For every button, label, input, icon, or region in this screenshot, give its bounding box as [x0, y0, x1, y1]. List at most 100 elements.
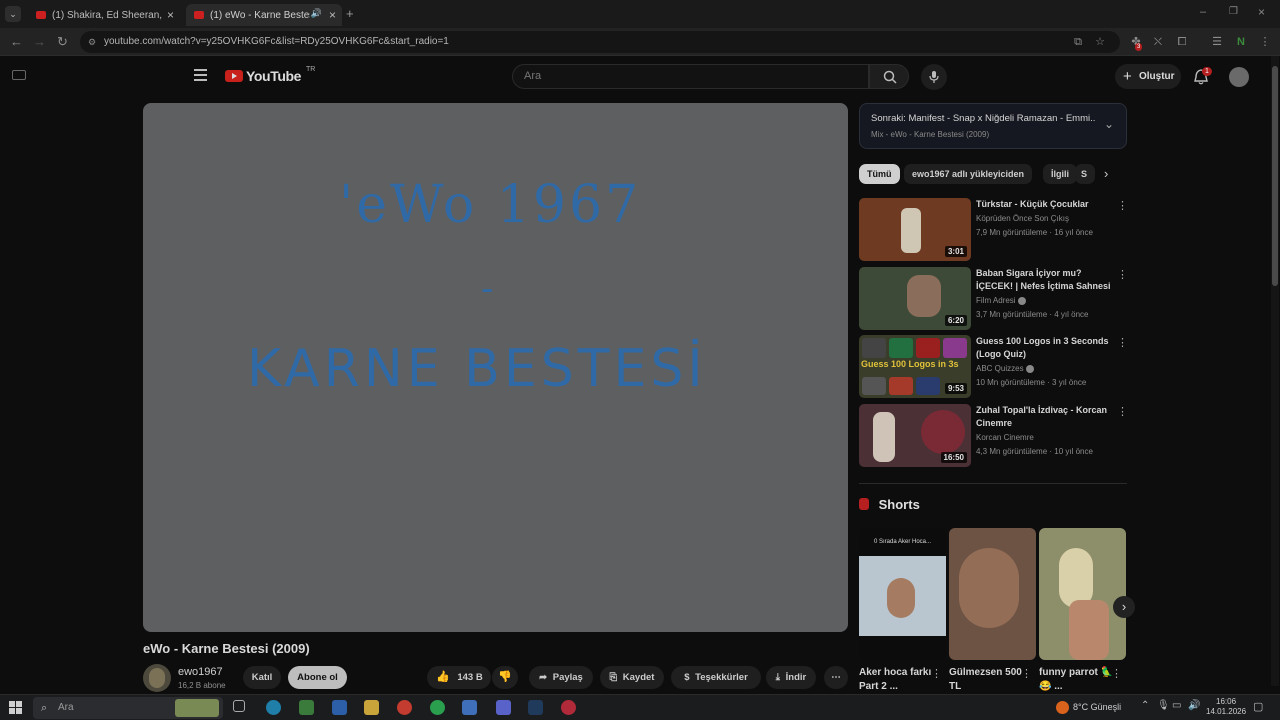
short-title[interactable]: funny parrot 🦜😂 ...	[1039, 666, 1114, 694]
shorts-next-button[interactable]: ›	[1113, 596, 1135, 618]
volume-icon[interactable]: 🔊	[1188, 700, 1200, 711]
weather-text[interactable]: 8°C Güneşli	[1073, 702, 1121, 712]
save-button[interactable]: ⎘ Kaydet	[600, 666, 664, 689]
short-title[interactable]: Gülmezsen 500 TL	[949, 666, 1024, 694]
app-icon[interactable]	[462, 700, 477, 715]
reading-list-icon[interactable]: ☰	[1211, 36, 1223, 48]
close-window-icon[interactable]: ×	[1258, 5, 1265, 19]
security-icon[interactable]	[332, 700, 347, 715]
video-player[interactable]: 'eWo 1967 - KARNE BESTESİ	[143, 103, 848, 632]
install-app-icon[interactable]: ⧉	[1072, 36, 1084, 48]
video-thumbnail[interactable]: 6:20	[859, 267, 971, 330]
search-input[interactable]: Ara	[512, 64, 869, 89]
video-thumbnail[interactable]: Guess 100 Logos in 3s 9:53	[859, 335, 971, 398]
more-options-icon[interactable]: ⋮	[1111, 667, 1122, 680]
channel-name: Korcan Cinemre	[976, 433, 1034, 442]
video-thumbnail[interactable]: 3:01	[859, 198, 971, 261]
edge-icon[interactable]	[266, 700, 281, 715]
close-tab-icon[interactable]: ×	[329, 8, 336, 22]
thumbs-up-icon: 👍	[436, 671, 450, 683]
short-title[interactable]: Aker hoca farkı Part 2 ...	[859, 666, 934, 694]
download-button[interactable]: ⤓ İndir	[766, 666, 816, 689]
account-avatar[interactable]	[1229, 67, 1249, 87]
tray-chevron-icon[interactable]: ⌃	[1141, 700, 1149, 711]
opera-gx-icon[interactable]	[561, 700, 576, 715]
guide-menu-icon[interactable]	[194, 69, 207, 81]
translate-icon[interactable]: ⛌	[1152, 36, 1164, 48]
back-icon[interactable]: ←	[10, 34, 23, 49]
browser-tab-shakira[interactable]: (1) Shakira, Ed Sheeran, Bealle - ×	[28, 4, 180, 26]
bookmark-star-icon[interactable]: ☆	[1094, 36, 1106, 48]
join-button[interactable]: Katıl	[243, 666, 281, 689]
search-button[interactable]	[869, 64, 909, 89]
file-explorer-icon[interactable]	[364, 700, 379, 715]
more-options-icon[interactable]: ⋮	[1117, 268, 1128, 281]
chip-all[interactable]: Tümü	[859, 164, 900, 184]
like-count: 143 B	[457, 672, 483, 683]
list-item[interactable]: 3:01 Türkstar - Küçük Çocuklar Köprüden …	[859, 198, 1129, 262]
taskbar-clock[interactable]: 16:06 14.01.2026	[1206, 697, 1246, 717]
network-icon[interactable]: ▭	[1172, 700, 1181, 711]
menu-icon[interactable]: ⋮	[1259, 36, 1271, 48]
share-button[interactable]: ➦ Paylaş	[529, 666, 593, 689]
list-item[interactable]: 6:20 Baban Sigara İçiyor mu? İÇECEK! | N…	[859, 267, 1129, 331]
subscribe-button[interactable]: Abone ol	[288, 666, 347, 689]
profile-icon[interactable]: N	[1235, 36, 1247, 48]
voice-search-button[interactable]	[921, 64, 947, 90]
youtube-logo[interactable]: YouTube TR	[225, 66, 316, 84]
discord-icon[interactable]	[496, 700, 511, 715]
browser-tab-karne[interactable]: (1) eWo - Karne Bestesi (20 🔊 ×	[186, 4, 342, 26]
logo-country: TR	[306, 66, 316, 73]
more-options-icon[interactable]: ⋮	[931, 667, 942, 680]
task-view-icon[interactable]	[233, 700, 245, 712]
list-item[interactable]: Guess 100 Logos in 3s 9:53 Guess 100 Log…	[859, 335, 1129, 399]
close-tab-icon[interactable]: ×	[167, 8, 174, 22]
reload-icon[interactable]: ↻	[57, 34, 68, 50]
chip-related[interactable]: İlgili	[1043, 164, 1077, 184]
youtube-favicon-icon	[36, 11, 46, 19]
chip-partial[interactable]: S	[1075, 164, 1095, 184]
spotify-icon[interactable]	[430, 700, 445, 715]
minimize-icon[interactable]: –	[1200, 6, 1206, 18]
speaker-icon[interactable]: 🔊	[311, 8, 322, 19]
up-next-panel[interactable]: Sonraki: Manifest - Snap x Niğdeli Ramaz…	[859, 103, 1127, 149]
store-icon[interactable]	[299, 700, 314, 715]
notifications-icon[interactable]: ▢	[1253, 700, 1263, 713]
like-button[interactable]: 👍 143 B	[427, 666, 491, 689]
more-options-icon[interactable]: ⋮	[1117, 405, 1128, 418]
more-options-icon[interactable]: ⋮	[1021, 667, 1032, 680]
thanks-label: Teşekkürler	[695, 672, 748, 683]
scrollbar-thumb[interactable]	[1272, 66, 1278, 286]
more-actions-button[interactable]: ⋯	[824, 666, 848, 689]
video-thumbnail[interactable]: 16:50	[859, 404, 971, 467]
extensions-puzzle-icon[interactable]: ⧠	[1176, 36, 1188, 48]
browser-tab-strip: ⌄ (1) Shakira, Ed Sheeran, Bealle - × (1…	[0, 0, 1280, 28]
share-icon: ➦	[539, 672, 548, 683]
create-button[interactable]: + Oluştur	[1115, 64, 1181, 89]
address-bar[interactable]: ⚙ youtube.com/watch?v=y25OVHKG6Fc&list=R…	[80, 31, 1120, 53]
microphone-icon[interactable]: 🎙	[1157, 700, 1170, 711]
chip-from-uploader[interactable]: ewo1967 adlı yükleyiciden	[904, 164, 1033, 184]
short-card[interactable]	[949, 528, 1036, 660]
more-options-icon[interactable]: ⋮	[1117, 199, 1128, 212]
more-options-icon[interactable]: ⋮	[1117, 336, 1128, 349]
bookmark-icon: ⎘	[609, 672, 618, 683]
channel-name[interactable]: ewo1967	[178, 666, 223, 678]
list-item[interactable]: 16:50 Zuhal Topal'la İzdivaç - Korcan Ci…	[859, 404, 1129, 468]
forward-icon[interactable]: →	[33, 34, 46, 49]
tab-list-button[interactable]: ⌄	[5, 6, 21, 22]
short-card[interactable]	[1039, 528, 1126, 660]
chrome-icon[interactable]	[397, 700, 412, 715]
taskbar-search[interactable]: ⌕ Ara	[33, 697, 223, 719]
chevron-down-icon[interactable]: ⌄	[1104, 117, 1114, 131]
maximize-icon[interactable]: ❐	[1229, 6, 1238, 17]
chevron-right-icon[interactable]: ›	[1104, 166, 1108, 181]
thanks-button[interactable]: $ Teşekkürler	[671, 666, 761, 689]
short-card[interactable]: 0 Sırada Aker Hoca...	[859, 528, 946, 660]
start-icon[interactable]	[9, 701, 22, 714]
dislike-button[interactable]: 👎	[492, 666, 518, 689]
site-info-icon[interactable]: ⚙	[88, 31, 96, 53]
steam-icon[interactable]	[528, 700, 543, 715]
new-tab-button[interactable]: +	[346, 6, 354, 21]
channel-avatar[interactable]	[143, 664, 171, 692]
